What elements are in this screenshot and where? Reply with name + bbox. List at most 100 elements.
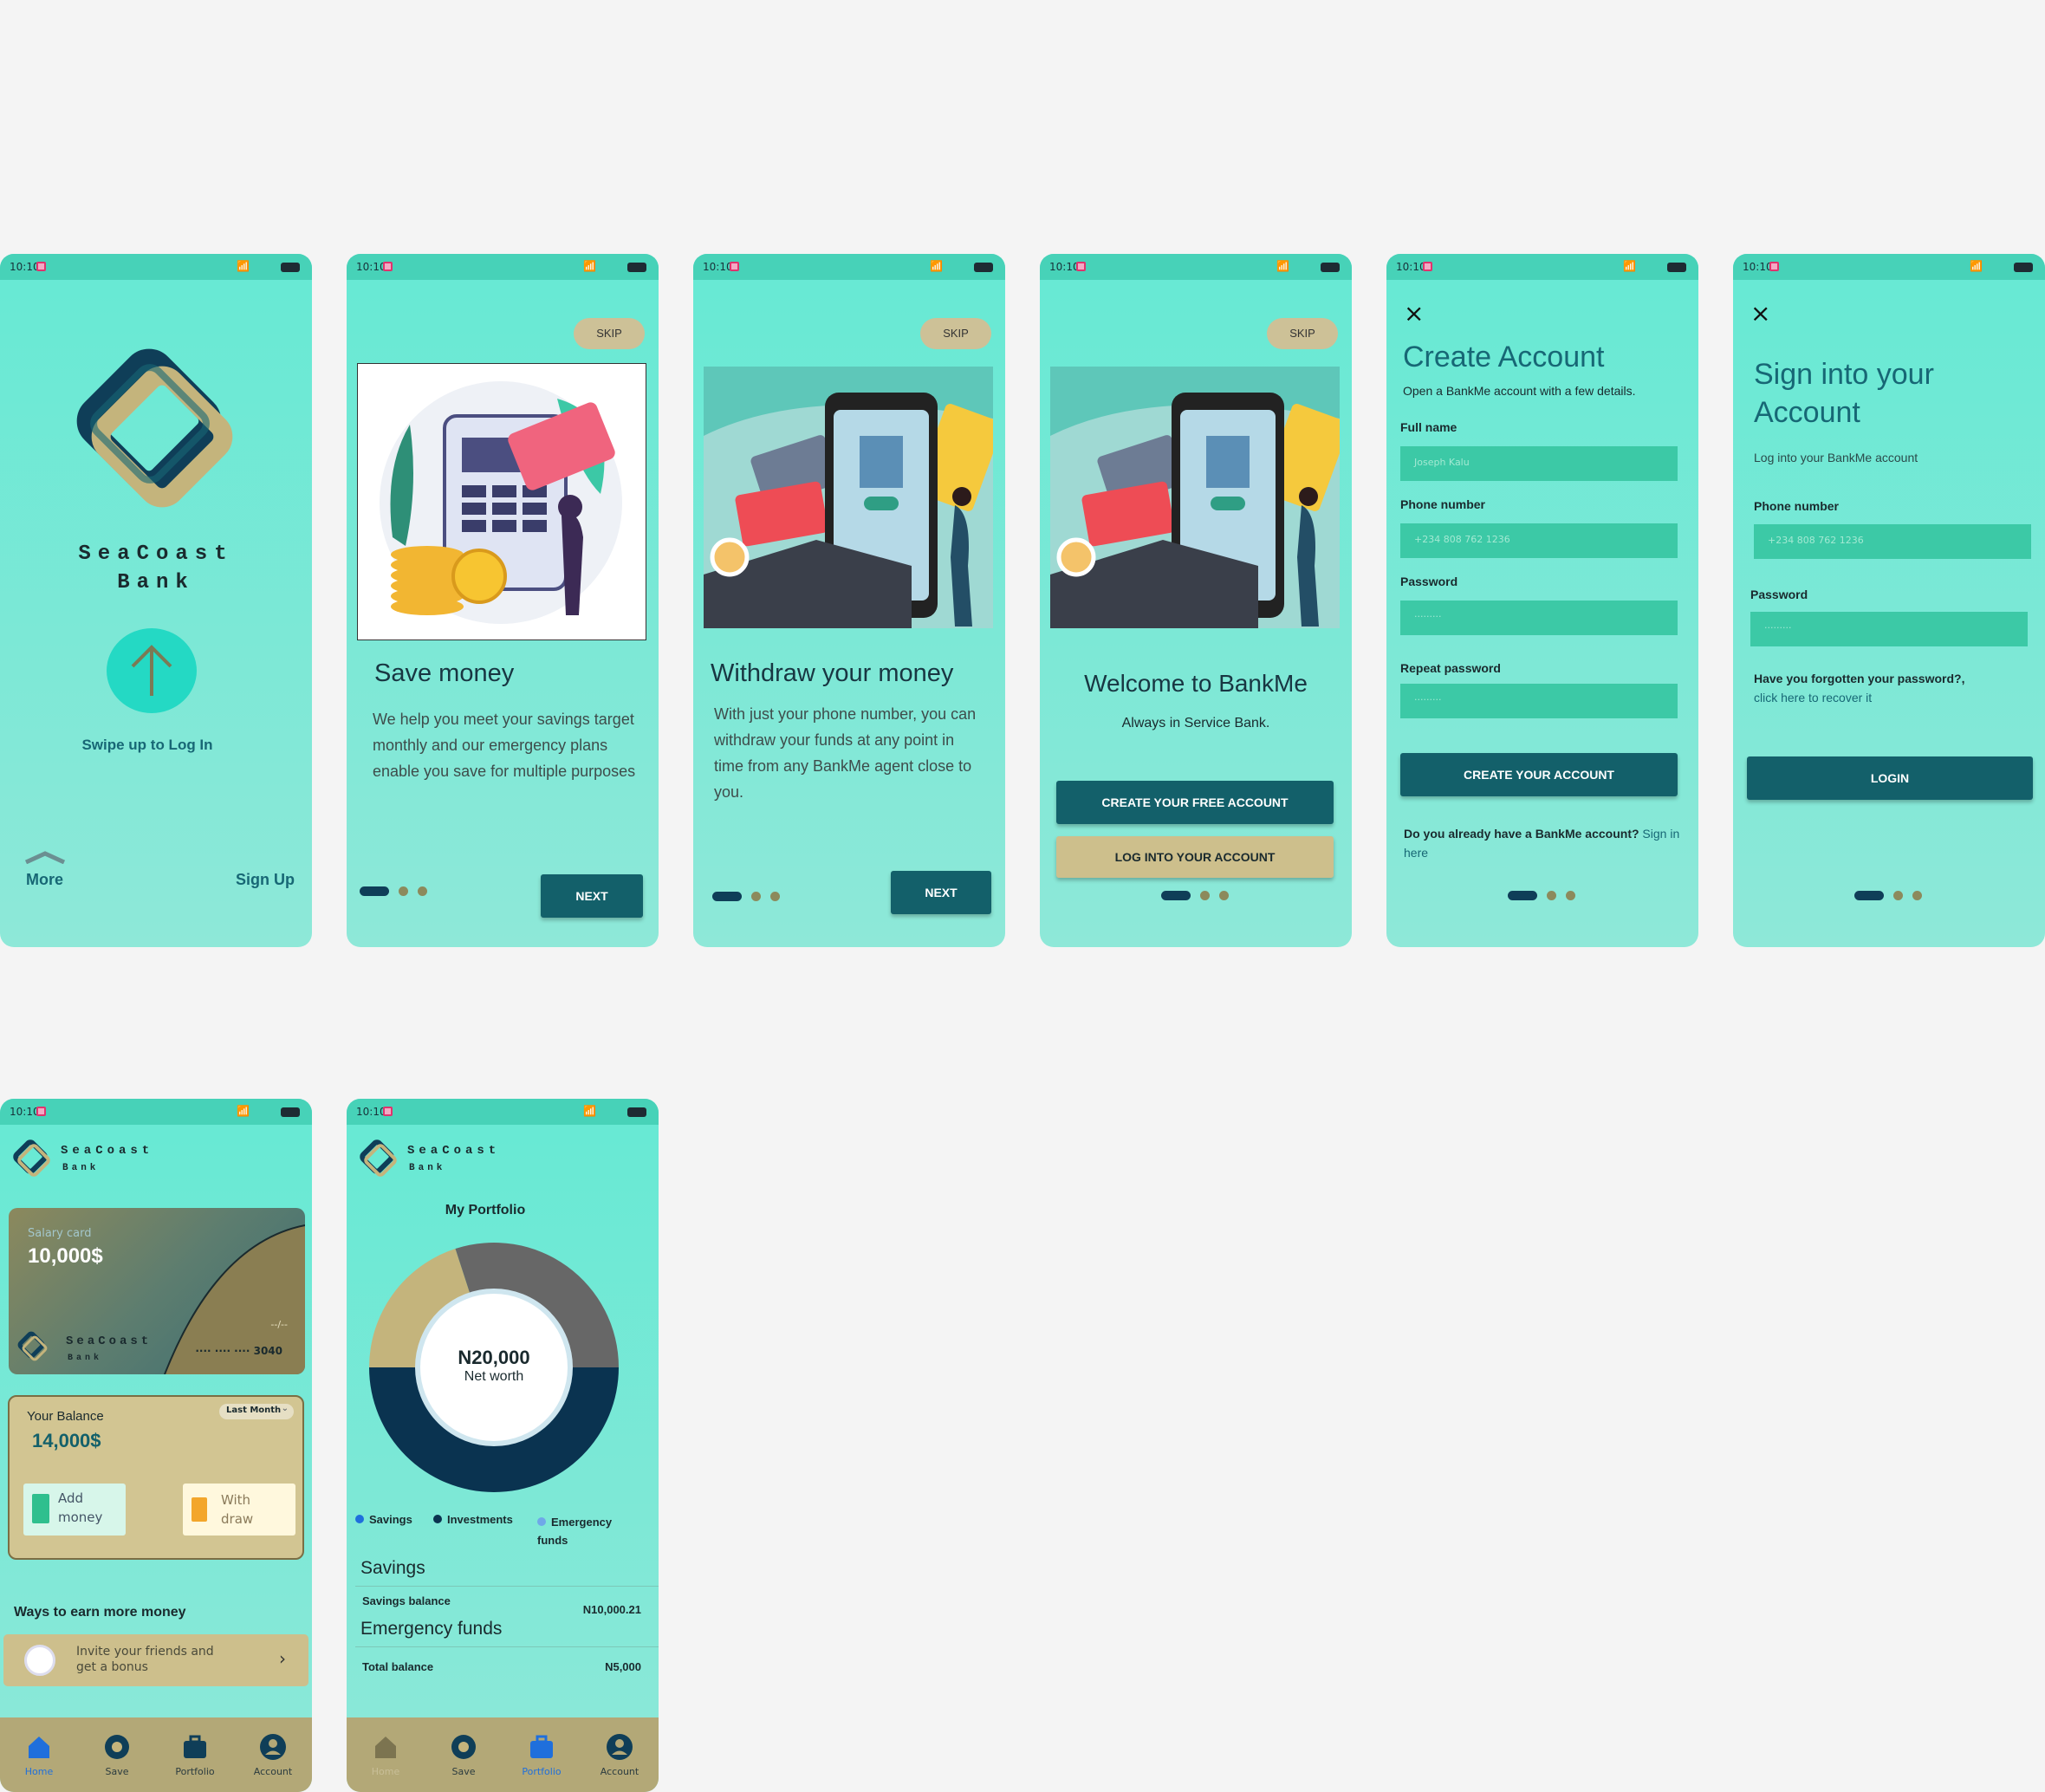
phone-label: Phone number <box>1400 497 1486 511</box>
page-title: My Portfolio <box>445 1203 526 1217</box>
nav-save[interactable]: Save <box>429 1733 498 1777</box>
invite-row[interactable]: Invite your friends and get a bonus › <box>3 1634 308 1686</box>
account-icon <box>606 1733 633 1761</box>
earn-section-title: Ways to earn more money <box>14 1605 186 1620</box>
onboard-withdraw-screen: 10:10 📶 SKIP Withdraw your money With jus… <box>693 254 1005 947</box>
salary-card[interactable]: Salary card 10,000$ SeaCoast Bank --/-- … <box>9 1208 305 1374</box>
add-money-label2: money <box>58 1510 103 1525</box>
withdraw-icon <box>192 1497 207 1522</box>
status-bar: 10:10 📶 <box>347 254 659 280</box>
nav-save[interactable]: Save <box>82 1733 152 1777</box>
nav-home[interactable]: Home <box>351 1733 420 1777</box>
phone-field[interactable]: +234 808 762 1236 <box>1754 524 2031 559</box>
portfolio-screen: 10:10 📶 SeaCoast Bank My Portfolio N20,00… <box>347 1099 659 1792</box>
total-balance-value: N5,000 <box>605 1660 641 1673</box>
page-body: With just your phone number, you can wit… <box>714 705 977 801</box>
nav-portfolio[interactable]: Portfolio <box>507 1733 576 1777</box>
card-label: Salary card <box>28 1227 92 1240</box>
have-account-text: Do you already have a BankMe account? Si… <box>1404 824 1681 862</box>
login-account-button[interactable]: LOG INTO YOUR ACCOUNT <box>1056 836 1334 878</box>
seacoast-logo <box>13 1139 50 1177</box>
page-title-line2: Account <box>1754 396 1860 429</box>
savings-section-title: Savings <box>360 1558 425 1578</box>
signup-link[interactable]: Sign Up <box>236 871 295 889</box>
notification-icon <box>1423 262 1432 271</box>
add-money-button[interactable]: Add money <box>23 1484 126 1536</box>
home-icon <box>25 1733 53 1761</box>
save-icon <box>103 1733 131 1761</box>
net-worth-label: Net worth <box>464 1369 524 1384</box>
net-worth-amount: N20,000 <box>458 1347 530 1368</box>
withdraw-button[interactable]: With draw <box>183 1484 295 1536</box>
wifi-icon: 📶 <box>930 260 943 272</box>
wallet-icon <box>32 1494 49 1523</box>
skip-button[interactable]: SKIP <box>1267 318 1338 349</box>
more-link[interactable]: More <box>26 871 63 889</box>
battery-icon <box>627 263 646 272</box>
notification-icon <box>1076 262 1086 271</box>
repeat-password-field[interactable]: ········· <box>1400 684 1678 718</box>
period-label: Last Month <box>226 1406 282 1415</box>
nav-portfolio[interactable]: Portfolio <box>160 1733 230 1777</box>
notification-icon <box>1769 262 1779 271</box>
pagination <box>1161 891 1229 900</box>
phone-field[interactable]: +234 808 762 1236 <box>1400 523 1678 558</box>
create-free-account-button[interactable]: CREATE YOUR FREE ACCOUNT <box>1056 781 1334 824</box>
nav-account[interactable]: Account <box>238 1733 308 1777</box>
battery-icon <box>974 263 993 272</box>
create-account-button[interactable]: CREATE YOUR ACCOUNT <box>1400 753 1678 796</box>
card-brand: SeaCoast <box>66 1334 153 1348</box>
balance-card: Your Balance Last Month ⌄ 14,000$ Add mo… <box>8 1395 304 1560</box>
bottom-nav: Home Save Portfolio Account <box>0 1717 312 1792</box>
next-button[interactable]: NEXT <box>541 874 643 918</box>
seacoast-logo <box>360 1139 397 1177</box>
onboard-save-screen: 10:10 📶 SKIP Save money We help you meet … <box>347 254 659 947</box>
status-time: 10:10 <box>356 1106 386 1118</box>
battery-icon <box>2014 263 2033 272</box>
card-logo <box>17 1331 48 1361</box>
card-brand-sub: Bank <box>68 1354 103 1363</box>
brand-name: SeaCoast <box>78 542 234 566</box>
notification-icon <box>36 262 46 271</box>
next-button[interactable]: NEXT <box>891 871 991 914</box>
wifi-icon: 📶 <box>1623 260 1636 272</box>
brand-name: SeaCoast <box>61 1144 154 1158</box>
close-icon[interactable]: × <box>1404 299 1424 328</box>
swipe-up-button[interactable] <box>107 628 197 713</box>
fullname-label: Full name <box>1400 420 1457 434</box>
account-icon <box>259 1733 287 1761</box>
card-expiry: --/-- <box>270 1319 288 1330</box>
nav-home[interactable]: Home <box>4 1733 74 1777</box>
page-subtitle: Open a BankMe account with a few details… <box>1403 384 1636 398</box>
password-field[interactable]: ········· <box>1750 612 2028 646</box>
password-label: Password <box>1400 575 1458 588</box>
page-subtitle: Log into your BankMe account <box>1754 451 1918 464</box>
status-bar: 10:10 📶 <box>0 1099 312 1125</box>
recover-link[interactable]: click here to recover it <box>1754 691 1872 704</box>
password-field[interactable]: ········· <box>1400 601 1678 635</box>
status-time: 10:10 <box>10 261 40 273</box>
status-bar: 10:10 📶 <box>1040 254 1352 280</box>
legend-savings: Savings <box>355 1513 412 1526</box>
password-label: Password <box>1750 588 1808 601</box>
briefcase-icon <box>528 1733 555 1761</box>
skip-button[interactable]: SKIP <box>920 318 991 349</box>
add-money-label: Add <box>58 1490 84 1506</box>
save-icon <box>450 1733 477 1761</box>
page-title: Sign into your <box>1754 358 1934 391</box>
login-button[interactable]: LOGIN <box>1747 756 2033 800</box>
fullname-field[interactable]: Joseph Kalu <box>1400 446 1678 481</box>
page-body: We help you meet your savings target mon… <box>373 711 636 780</box>
signin-screen: 10:10 📶 × Sign into your Account Log into… <box>1733 254 2045 947</box>
withdraw-label2: draw <box>221 1511 254 1527</box>
divider <box>355 1586 659 1587</box>
status-bar: 10:10 📶 <box>1386 254 1698 280</box>
status-time: 10:10 <box>1049 261 1080 273</box>
nav-account[interactable]: Account <box>585 1733 654 1777</box>
balance-amount: 14,000$ <box>32 1430 101 1451</box>
period-select[interactable]: Last Month ⌄ <box>219 1404 294 1419</box>
close-icon[interactable]: × <box>1750 299 1770 328</box>
skip-button[interactable]: SKIP <box>574 318 645 349</box>
seacoast-logo <box>76 348 233 508</box>
pagination <box>360 886 427 896</box>
